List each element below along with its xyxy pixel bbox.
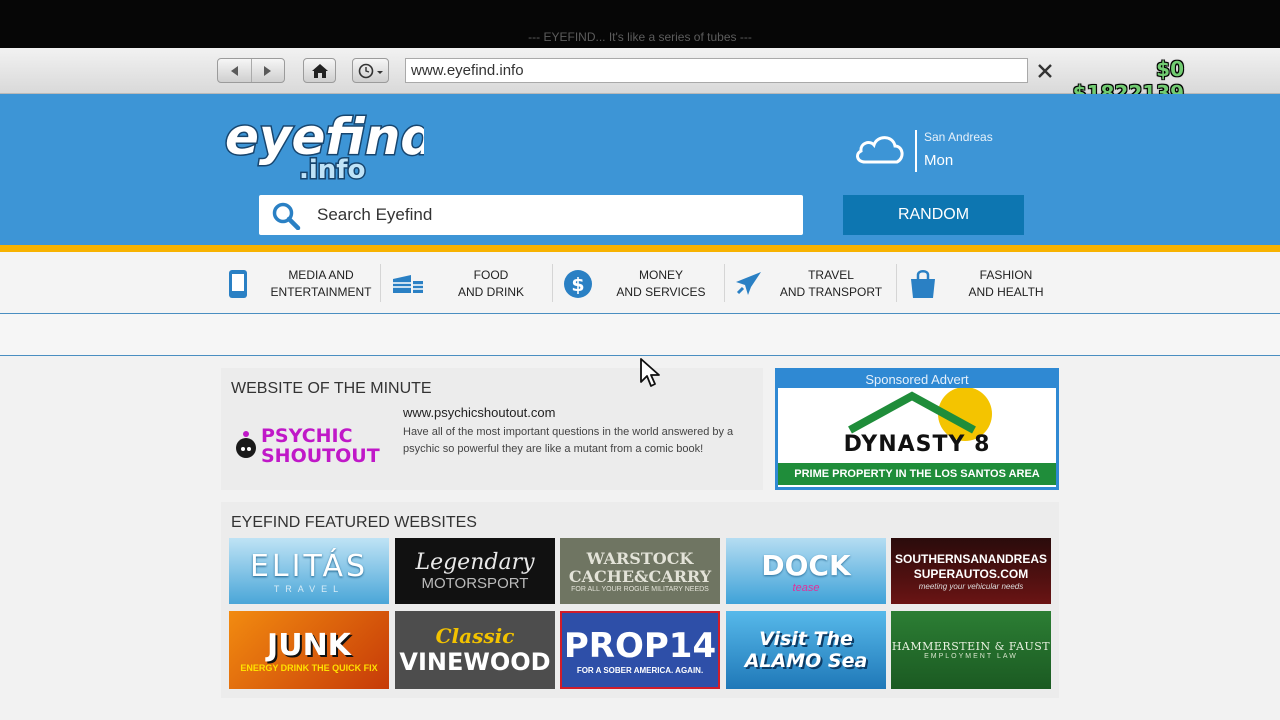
phone-icon — [229, 270, 247, 298]
wotm-description: Have all of the most important questions… — [403, 426, 734, 455]
url-bar[interactable]: www.eyefind.info — [405, 58, 1028, 83]
tile-legendary-sub: MOTORSPORT — [421, 575, 529, 592]
category-travel-line1: TRAVEL — [808, 268, 854, 282]
category-separator — [896, 264, 897, 302]
category-money[interactable]: $ MONEY AND SERVICES — [560, 266, 726, 302]
tile-warstock-text: WARSTOCK CACHE&CARRY — [568, 548, 712, 586]
sub-bar — [0, 314, 1280, 356]
back-button[interactable] — [218, 59, 252, 82]
tile-elitas-sub: TRAVEL — [273, 583, 345, 594]
mouse-cursor-icon — [640, 358, 660, 387]
search-icon — [272, 202, 301, 230]
category-separator — [724, 264, 725, 302]
food-icon — [393, 275, 423, 293]
dollar-icon: $ — [564, 270, 592, 298]
category-media-line1: MEDIA AND — [288, 268, 354, 282]
featured-tile-warstock[interactable]: WARSTOCK CACHE&CARRY FOR ALL YOUR ROGUE M… — [560, 538, 720, 604]
category-food-line2: AND DRINK — [457, 285, 524, 299]
psychic-logo-line1: PSYCHIC — [261, 425, 353, 447]
featured-tile-hammerstein-faust[interactable]: HAMMERSTEIN & FAUST EMPLOYMENT LAW — [891, 611, 1051, 689]
category-fashion-line2: AND HEALTH — [968, 285, 1044, 299]
close-button[interactable] — [1030, 58, 1060, 83]
random-button[interactable]: RANDOM — [843, 195, 1024, 235]
tile-dock-sub: tease — [792, 581, 820, 594]
tile-junk-text: JUNK — [267, 627, 351, 663]
wotm-url[interactable]: www.psychicshoutout.com — [403, 405, 555, 420]
featured-tile-classic-vinewood[interactable]: Classic VINEWOOD — [395, 611, 555, 689]
cloud-icon — [856, 136, 904, 164]
nav-buttons — [217, 58, 285, 83]
wotm-title: WEBSITE OF THE MINUTE — [231, 380, 432, 397]
back-arrow-icon — [231, 65, 239, 76]
forward-arrow-icon — [263, 65, 271, 76]
svg-text:$: $ — [571, 274, 584, 296]
featured-tile-southern-sa-superautos[interactable]: SOUTHERNSANANDREAS SUPERAUTOS.COM meeting… — [891, 538, 1051, 604]
tile-alamo-text: Visit The ALAMO Sea — [744, 628, 868, 672]
tile-superautos-sub: meeting your vehicular needs — [918, 581, 1024, 591]
website-of-the-minute[interactable]: WEBSITE OF THE MINUTE PSYCHIC SHOUTOUT w… — [221, 368, 763, 490]
sponsored-advert[interactable]: Sponsored Advert DYNASTY 8 PRIME PROPERT… — [775, 368, 1059, 490]
forward-button[interactable] — [252, 59, 285, 82]
tile-classic-text: Classic — [435, 624, 515, 648]
category-food-line1: FOOD — [473, 268, 509, 282]
weather-day: Mon — [924, 152, 954, 169]
tile-hammerstein-text: HAMMERSTEIN & FAUST — [891, 640, 1051, 653]
category-travel-line2: AND TRANSPORT — [779, 285, 883, 299]
close-icon — [1038, 63, 1052, 78]
category-media[interactable]: MEDIA AND ENTERTAINMENT — [220, 266, 386, 302]
bag-icon — [911, 270, 935, 298]
history-button[interactable] — [352, 58, 389, 83]
search-box[interactable]: Search Eyefind — [259, 195, 803, 235]
featured-tile-alamo-sea[interactable]: Visit The ALAMO Sea — [726, 611, 886, 689]
category-fashion-line1: FASHION — [979, 268, 1033, 282]
tile-vinewood-sub: VINEWOOD — [399, 648, 551, 676]
category-fashion[interactable]: FASHION AND HEALTH — [905, 266, 1071, 302]
category-food[interactable]: FOOD AND DRINK — [390, 266, 556, 302]
tile-dock-text: DOCK — [761, 548, 851, 582]
logo-sub: .info — [299, 155, 365, 185]
tile-warstock-sub: FOR ALL YOUR ROGUE MILITARY NEEDS — [571, 585, 709, 593]
plane-icon — [736, 272, 761, 295]
svg-text:.info: .info — [299, 155, 365, 185]
home-icon — [311, 63, 328, 78]
svg-text:SHOUTOUT: SHOUTOUT — [261, 445, 380, 467]
category-separator — [552, 264, 553, 302]
top-bar: --- EYEFIND... It's like a series of tub… — [0, 0, 1280, 48]
category-media-line2: ENTERTAINMENT — [270, 285, 372, 299]
featured-tile-legendary-motorsport[interactable]: Legendary MOTORSPORT — [395, 538, 555, 604]
category-separator — [380, 264, 381, 302]
weather-divider — [915, 130, 917, 172]
weather-region: San Andreas — [924, 130, 993, 144]
tile-legendary-text: Legendary — [415, 550, 535, 575]
tagline: --- EYEFIND... It's like a series of tub… — [528, 30, 752, 44]
psychic-logo-line2: SHOUTOUT — [261, 445, 380, 467]
featured-tile-docktease[interactable]: DOCK tease — [726, 538, 886, 604]
category-travel[interactable]: TRAVEL AND TRANSPORT — [730, 266, 896, 302]
tile-hammerstein-sub: EMPLOYMENT LAW — [924, 653, 1018, 660]
home-button[interactable] — [303, 58, 336, 83]
header-stripe — [0, 245, 1280, 252]
tile-elitas-text: ELITÁS — [249, 548, 369, 584]
cash-amount: $0 — [1156, 57, 1184, 81]
dynasty8-ad-image[interactable]: DYNASTY 8 PRIME PROPERTY IN THE LOS SANT… — [778, 388, 1056, 487]
tile-prop14-text: PROP14 — [563, 625, 717, 666]
tile-junk-sub: ENERGY DRINK THE QUICK FIX — [240, 662, 378, 673]
tile-prop14-sub: FOR A SOBER AMERICA. AGAIN. — [576, 665, 704, 675]
ad-tagline: PRIME PROPERTY IN THE LOS SANTOS AREA — [778, 463, 1056, 485]
ad-brand: DYNASTY 8 — [843, 432, 991, 457]
category-money-line2: AND SERVICES — [616, 285, 706, 299]
featured-tile-elitas[interactable]: ELITÁS TRAVEL — [229, 538, 389, 604]
featured-title: EYEFIND FEATURED WEBSITES — [231, 514, 477, 531]
featured-tile-junk[interactable]: JUNK ENERGY DRINK THE QUICK FIX — [229, 611, 389, 689]
search-input[interactable]: Search Eyefind — [317, 205, 432, 225]
ad-label: Sponsored Advert — [865, 372, 969, 387]
featured-tile-prop14[interactable]: PROP14 FOR A SOBER AMERICA. AGAIN. — [560, 611, 720, 689]
psychic-shoutout-logo[interactable]: PSYCHIC SHOUTOUT — [233, 420, 393, 468]
svg-text:PSYCHIC: PSYCHIC — [261, 425, 353, 447]
clock-icon — [358, 63, 383, 78]
category-money-line1: MONEY — [638, 268, 683, 282]
tile-superautos-text: SOUTHERNSANANDREAS SUPERAUTOS.COM — [894, 551, 1047, 581]
eyefind-logo[interactable]: eyefind .info — [219, 104, 425, 190]
